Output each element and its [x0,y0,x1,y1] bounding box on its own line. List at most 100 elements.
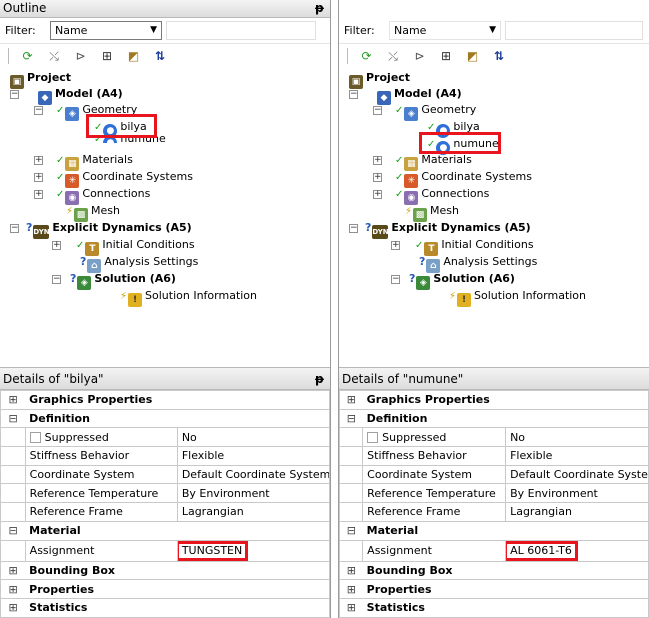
outline-toolbar: ⟳ ⤯ ⊳ ⊞ ◩ ⇅ [339,44,649,68]
suppressed-value[interactable]: No [176,427,330,448]
stiffness-value[interactable]: Flexible [176,446,330,466]
tree-item-coordinate-systems[interactable]: ✓ ✳ Coordinate Systems [56,169,193,188]
tree-item-geometry[interactable]: ✓ ◈ Geometry [395,102,476,121]
tree-item-materials[interactable]: ✓ ▦ Materials [56,152,133,171]
suppressed-checkbox[interactable] [367,431,379,443]
collapse-toggle-model[interactable]: − [10,90,19,99]
expand-icon[interactable]: ⊞ [0,390,26,410]
expand-toggle-initial-conditions[interactable]: + [52,241,61,250]
tree-item-connections[interactable]: ✓ ◉ Connections [395,186,489,205]
section-material[interactable]: ⊟ Material [0,520,330,541]
reftemp-value[interactable]: By Environment [505,483,649,504]
checkmark-icon: ✓ [56,189,65,200]
filter-search-input[interactable] [166,21,316,40]
collapse-toggle-explicit-dynamics[interactable]: − [349,224,358,233]
collapse-toggle-solution[interactable]: − [391,275,400,284]
tree-item-analysis-settings[interactable]: ? ⌂ Analysis Settings [80,254,198,273]
collapse-icon[interactable]: ⊟ [0,520,26,541]
tree-item-analysis-settings[interactable]: ? ⌂ Analysis Settings [419,254,537,273]
solution-icon: ◈ [77,276,92,290]
section-properties[interactable]: ⊞ Properties [0,579,330,599]
tree-icon[interactable]: ⤯ [384,47,402,65]
sort-az-icon[interactable]: ⇅ [151,47,169,65]
collapse-toggle-geometry[interactable]: − [34,106,43,115]
tree-item-materials[interactable]: ✓ ▦ Materials [395,152,472,171]
section-material[interactable]: ⊟ Material [339,520,649,541]
tree-item-mesh[interactable]: ⚡ ▩ Mesh [405,203,459,222]
stiffness-value[interactable]: Flexible [505,446,649,466]
section-definition[interactable]: ⊟ Definition [339,408,649,429]
expand-toggle-coordinate-systems[interactable]: + [34,173,43,182]
filter-dropdown[interactable]: Name ▼ [50,21,162,40]
expand-icon[interactable]: ⊞ [339,390,363,410]
tree-item-solution[interactable]: ? ◈ Solution (A6) [409,271,515,290]
expand-toggle-connections[interactable]: + [34,190,43,199]
section-statistics[interactable]: ⊞ Statistics [339,597,649,618]
tree-item-mesh[interactable]: ⚡ ▩ Mesh [66,203,120,222]
body-select-icon[interactable]: ◩ [464,47,482,65]
tree-item-model[interactable]: ◆ Model (A4) [38,86,123,105]
tree-item-solution-information[interactable]: ⚡! Solution Information [449,288,586,307]
refresh-icon[interactable]: ⟳ [19,47,37,65]
refframe-value[interactable]: Lagrangian [505,502,649,522]
section-properties[interactable]: ⊞ Properties [339,579,649,599]
expand-icon[interactable]: ⊞ [339,597,363,618]
expand-icon[interactable]: ⊞ [339,560,363,581]
collapse-toggle-geometry[interactable]: − [373,106,382,115]
tree-item-explicit-dynamics[interactable]: ?DYN Explicit Dynamics (A5) [26,220,192,239]
coord-value[interactable]: Default Coordinate System [176,464,330,485]
expand-toggle-materials[interactable]: + [34,156,43,165]
tree-item-model[interactable]: ◆ Model (A4) [377,86,462,105]
expand-all-icon[interactable]: ⊞ [437,47,455,65]
tree-item-project[interactable]: ▣ Project [10,70,71,89]
tree-item-solution[interactable]: ? ◈ Solution (A6) [70,271,176,290]
collapse-icon[interactable]: ⊟ [339,520,363,541]
section-statistics[interactable]: ⊞ Statistics [0,597,330,618]
suppressed-value[interactable]: No [505,427,649,448]
suppressed-checkbox[interactable] [29,431,41,443]
pin-icon[interactable]: ᵽ [315,368,324,390]
tree-icon[interactable]: ⤯ [45,47,63,65]
coord-value[interactable]: Default Coordinate System [505,464,649,485]
expand-toggle-coordinate-systems[interactable]: + [373,173,382,182]
pin-icon[interactable]: ᵽ [315,0,324,17]
collapse-toggle-model[interactable]: − [349,90,358,99]
filter-search-input[interactable] [505,21,643,40]
expand-icon[interactable]: ⊞ [339,579,363,599]
expand-all-icon[interactable]: ⊞ [98,47,116,65]
collapse-toggle-explicit-dynamics[interactable]: − [10,224,19,233]
section-bounding-box[interactable]: ⊞ Bounding Box [0,560,330,581]
tree-item-project[interactable]: ▣ Project [349,70,410,89]
collapse-icon[interactable]: ⊟ [339,408,363,429]
section-bounding-box[interactable]: ⊞ Bounding Box [339,560,649,581]
dimension-icon[interactable]: ⊳ [411,47,429,65]
assignment-value[interactable]: AL 6061-T6 [506,541,578,560]
expand-toggle-materials[interactable]: + [373,156,382,165]
collapse-toggle-solution[interactable]: − [52,275,61,284]
section-graphics-properties[interactable]: ⊞ Graphics Properties [0,390,330,410]
section-definition[interactable]: ⊟ Definition [0,408,330,429]
section-graphics-properties[interactable]: ⊞ Graphics Properties [339,390,649,410]
tree-item-initial-conditions[interactable]: ✓ T Initial Conditions [415,237,534,256]
collapse-icon[interactable]: ⊟ [0,408,26,429]
expand-icon[interactable]: ⊞ [0,560,26,581]
sort-az-icon[interactable]: ⇅ [490,47,508,65]
reftemp-value[interactable]: By Environment [176,483,330,504]
solution-icon: ◈ [416,276,431,290]
tree-item-connections[interactable]: ✓ ◉ Connections [56,186,150,205]
refresh-icon[interactable]: ⟳ [358,47,376,65]
tree-item-solution-information[interactable]: ⚡! Solution Information [120,288,257,307]
dimension-icon[interactable]: ⊳ [72,47,90,65]
body-select-icon[interactable]: ◩ [125,47,143,65]
refframe-value[interactable]: Lagrangian [176,502,330,522]
tree-item-initial-conditions[interactable]: ✓ T Initial Conditions [76,237,195,256]
expand-toggle-initial-conditions[interactable]: + [391,241,400,250]
tree-item-coordinate-systems[interactable]: ✓ ✳ Coordinate Systems [395,169,532,188]
assignment-value[interactable]: TUNGSTEN [178,541,249,560]
expand-icon[interactable]: ⊞ [0,597,26,618]
tree-item-explicit-dynamics[interactable]: ?DYN Explicit Dynamics (A5) [365,220,531,239]
filter-dropdown-value: Name [55,24,88,37]
expand-toggle-connections[interactable]: + [373,190,382,199]
filter-dropdown[interactable]: Name ▼ [389,21,501,40]
expand-icon[interactable]: ⊞ [0,579,26,599]
